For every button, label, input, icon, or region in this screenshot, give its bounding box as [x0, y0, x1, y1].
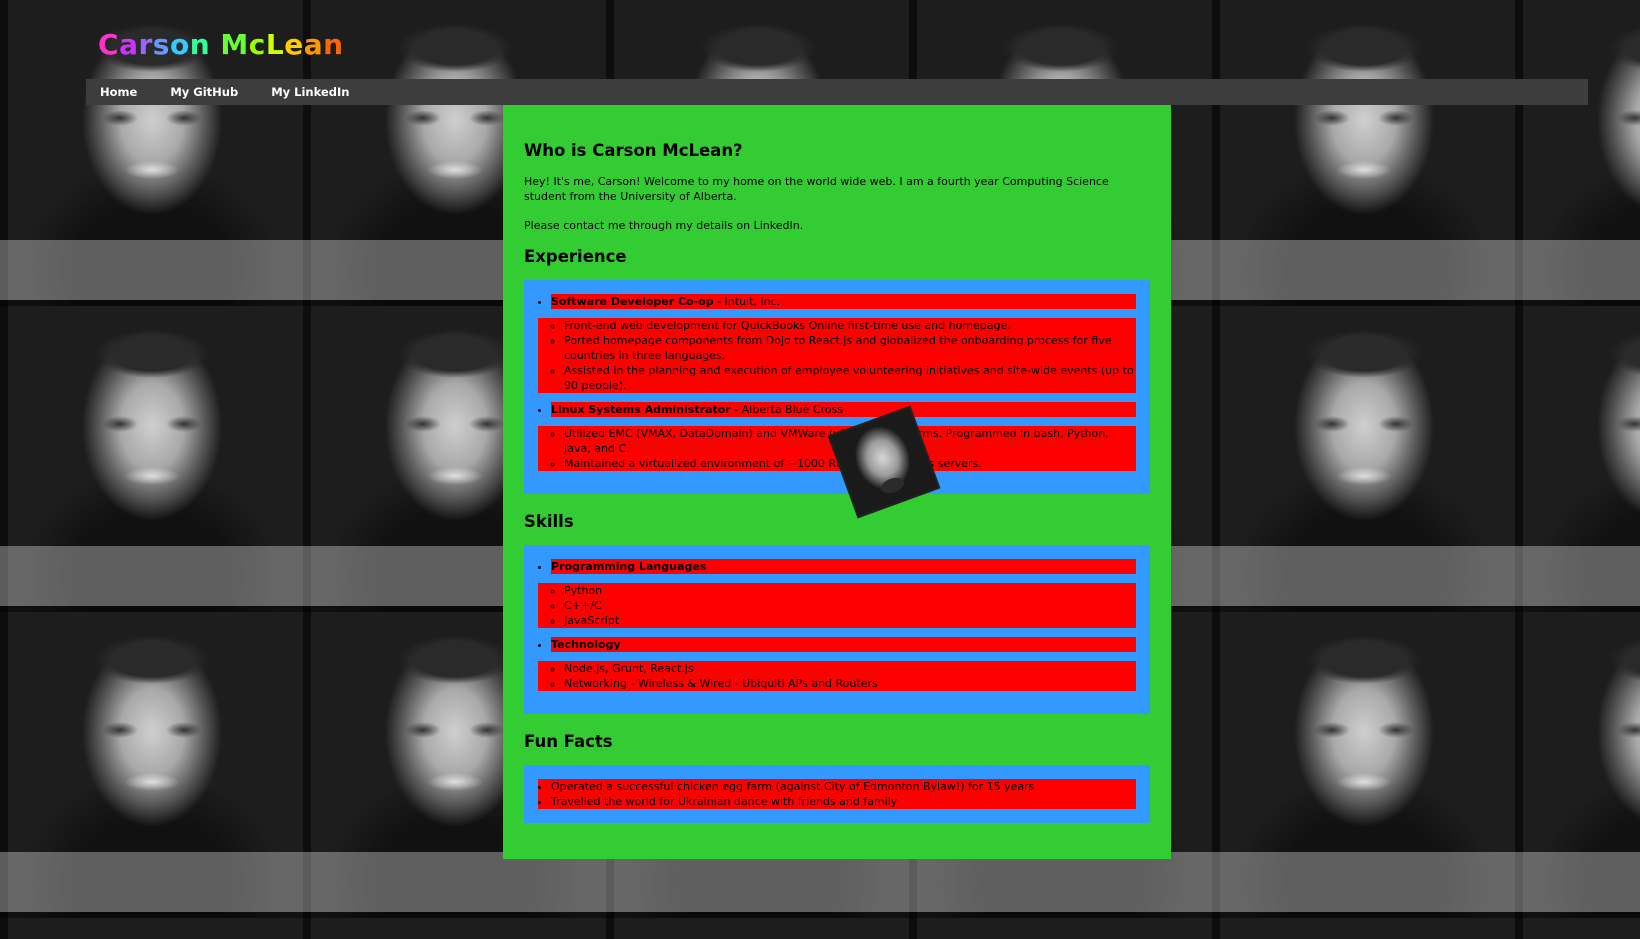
site-title-letter: c: [248, 28, 266, 61]
main-content-panel: Who is Carson McLean? Hey! It's me, Cars…: [503, 105, 1171, 859]
fun-facts-block: Operated a successful chicken egg farm (…: [538, 779, 1136, 809]
site-title-letter: e: [284, 28, 304, 61]
job-detail-item: Ported homepage components from Dojo to …: [564, 333, 1136, 363]
skills-list: Programming Languages Python C++/C JavaS…: [538, 559, 1136, 691]
site-title-letter: r: [138, 28, 153, 61]
site-title-letter: [210, 28, 220, 61]
site-title-letter: n: [189, 28, 211, 61]
experience-heading: Experience: [524, 247, 627, 266]
site-title: Carson McLean: [98, 28, 344, 61]
contact-paragraph: Please contact me through my details on …: [524, 219, 804, 232]
site-title-letter: n: [323, 28, 344, 61]
fun-fact-item: Travelled the world for Ukrainian dance …: [551, 794, 1136, 809]
site-title-letter: s: [152, 28, 170, 61]
skills-heading: Skills: [524, 512, 574, 531]
skill-item: Node.js, Grunt, React.js: [564, 661, 1136, 676]
intro-paragraph: Hey! It's me, Carson! Welcome to my home…: [524, 175, 1109, 203]
skill-item: Networking - Wireless & Wired - Ubiquiti…: [564, 676, 1136, 691]
site-title-letter: C: [98, 28, 120, 61]
skill-item: C++/C: [564, 598, 1136, 613]
job-title: Linux Systems Administrator - Alberta Bl…: [551, 402, 1136, 417]
skill-items: Node.js, Grunt, React.js Networking - Wi…: [538, 661, 1136, 691]
skill-group: Technology Node.js, Grunt, React.js Netw…: [538, 637, 1136, 691]
nav-github-link[interactable]: My GitHub: [170, 85, 238, 99]
intro-heading: Who is Carson McLean?: [524, 141, 743, 160]
job-detail-item: Assisted in the planning and execution o…: [564, 363, 1136, 393]
skill-group-title: Programming Languages: [551, 559, 1136, 574]
site-title-letter: L: [265, 28, 285, 61]
site-title-letter: o: [169, 28, 190, 61]
skills-section: Programming Languages Python C++/C JavaS…: [524, 545, 1150, 714]
fun-fact-item: Operated a successful chicken egg farm (…: [551, 779, 1136, 794]
job-details: Front-end web development for QuickBooks…: [538, 318, 1136, 393]
top-navbar: Home My GitHub My LinkedIn: [86, 79, 1588, 105]
skill-item: JavaScript: [564, 613, 1136, 628]
fun-facts-heading: Fun Facts: [524, 732, 613, 751]
skill-group: Programming Languages Python C++/C JavaS…: [538, 559, 1136, 628]
fun-facts-list: Operated a successful chicken egg farm (…: [538, 779, 1136, 809]
nav-linkedin-link[interactable]: My LinkedIn: [271, 85, 349, 99]
site-title-letter: M: [220, 28, 249, 61]
site-title-letter: a: [303, 28, 324, 61]
job-item: Software Developer Co-op - Intuit, Inc. …: [538, 294, 1136, 393]
fun-facts-section: Operated a successful chicken egg farm (…: [524, 765, 1150, 823]
skill-items: Python C++/C JavaScript: [538, 583, 1136, 628]
skill-group-title: Technology: [551, 637, 1136, 652]
job-detail-item: Front-end web development for QuickBooks…: [564, 318, 1136, 333]
nav-home-link[interactable]: Home: [100, 85, 137, 99]
skill-item: Python: [564, 583, 1136, 598]
job-title: Software Developer Co-op - Intuit, Inc.: [551, 294, 1136, 309]
site-title-letter: a: [119, 28, 139, 61]
